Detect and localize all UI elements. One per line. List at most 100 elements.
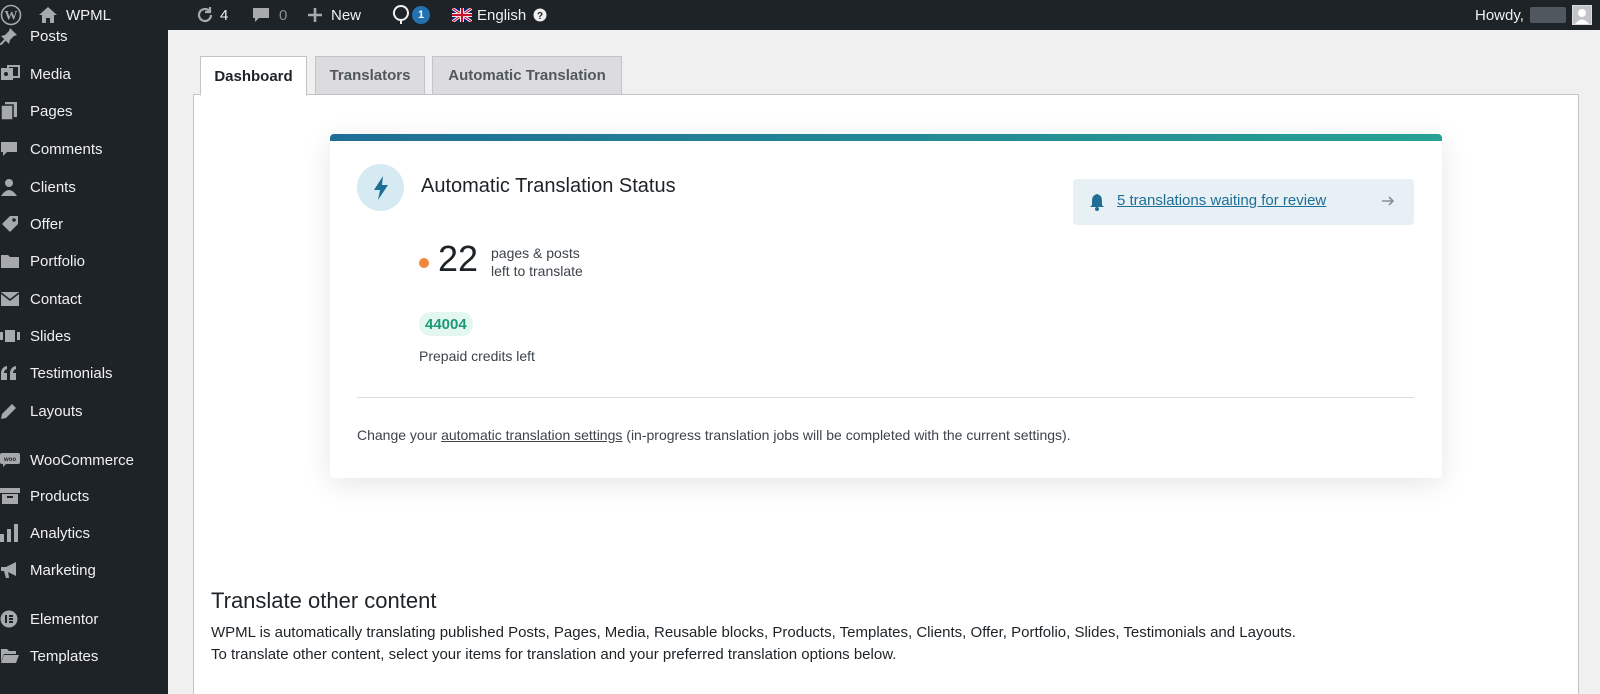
divider — [357, 397, 1414, 398]
updates-link[interactable]: 4 — [195, 0, 228, 30]
settings-note: Change your automatic translation settin… — [357, 427, 1071, 443]
card-accent-strip — [330, 134, 1442, 141]
redacted-username — [1529, 7, 1566, 23]
plus-icon — [307, 7, 323, 23]
sidebar-item-woocommerce[interactable]: woo WooCommerce — [0, 445, 168, 475]
credits-value: 44004 — [419, 312, 473, 336]
tab-dashboard[interactable]: Dashboard — [200, 56, 307, 96]
sidebar-item-label: Media — [30, 65, 71, 83]
settings-prefix: Change your — [357, 427, 442, 443]
sidebar-item-pages[interactable]: Pages — [0, 96, 168, 126]
card-title: Automatic Translation Status — [421, 175, 676, 197]
folder-icon — [0, 251, 22, 271]
review-link[interactable]: 5 translations waiting for review — [1117, 192, 1326, 209]
credits-label: Prepaid credits left — [419, 348, 535, 364]
sidebar-item-label: Templates — [30, 647, 99, 665]
folder-open-icon — [0, 646, 22, 666]
sidebar-item-label: Elementor — [30, 610, 99, 628]
sidebar-item-label: Slides — [30, 327, 71, 345]
sidebar-item-label: Offer — [30, 215, 64, 233]
remaining-desc-line1: pages & posts — [491, 245, 580, 261]
elementor-icon — [0, 609, 22, 629]
megaphone-icon — [0, 560, 22, 580]
sidebar-item-products[interactable]: Products — [0, 481, 168, 511]
sidebar-item-label: Layouts — [30, 402, 83, 420]
help-icon: ? — [533, 8, 547, 22]
new-content-link[interactable]: New — [307, 0, 361, 30]
arrow-right-icon — [1380, 193, 1396, 214]
sidebar-item-marketing[interactable]: Marketing — [0, 555, 168, 585]
woo-icon: woo — [0, 450, 22, 470]
media-icon — [0, 64, 22, 84]
comments-count: 0 — [279, 6, 288, 24]
pages-icon — [0, 101, 22, 121]
wpml-notification-icon — [392, 4, 410, 26]
remaining-description: pages & posts left to translate — [491, 244, 583, 280]
svg-text:?: ? — [537, 11, 543, 22]
comment-icon — [0, 139, 22, 159]
remaining-count: 22 — [438, 238, 479, 279]
bell-icon — [1089, 193, 1105, 216]
sidebar-item-label: Testimonials — [30, 364, 113, 382]
automatic-translation-settings-link[interactable]: automatic translation settings — [441, 427, 622, 443]
wpml-notifications-link[interactable]: 1 — [392, 0, 430, 30]
users-icon — [0, 177, 22, 197]
sidebar-item-testimonials[interactable]: Testimonials — [0, 358, 168, 388]
chart-bar-icon — [0, 523, 22, 543]
comments-link[interactable]: 0 — [251, 0, 287, 30]
admin-bar: W WPML 4 0 New 1 English ? Howdy, — [0, 0, 1600, 30]
sidebar-item-comments[interactable]: Comments — [0, 134, 168, 164]
sidebar-item-label: Portfolio — [30, 252, 86, 270]
my-account-link[interactable]: Howdy, — [1475, 0, 1592, 30]
review-notice[interactable]: 5 translations waiting for review — [1073, 179, 1414, 225]
tab-automatic-translation[interactable]: Automatic Translation — [432, 56, 622, 95]
sidebar-item-elementor[interactable]: Elementor — [0, 604, 168, 634]
slides-icon — [0, 326, 22, 346]
sidebar-item-label: WooCommerce — [30, 451, 134, 469]
sidebar-item-slides[interactable]: Slides — [0, 321, 168, 351]
comment-icon — [251, 6, 271, 24]
tab-translators[interactable]: Translators — [315, 56, 425, 95]
avatar — [1571, 5, 1592, 25]
sidebar-item-contact[interactable]: Contact — [0, 284, 168, 314]
howdy-text: Howdy, — [1475, 6, 1524, 24]
sidebar-item-portfolio[interactable]: Portfolio — [0, 246, 168, 276]
sidebar-item-analytics[interactable]: Analytics — [0, 518, 168, 548]
sidebar-item-label: Analytics — [30, 524, 91, 542]
other-content-instructions: To translate other content, select your … — [211, 646, 897, 663]
notification-badge: 1 — [412, 6, 430, 24]
svg-text:woo: woo — [3, 457, 16, 463]
refresh-icon — [195, 5, 215, 25]
language-label: English — [477, 6, 527, 24]
sidebar-item-label: Clients — [30, 178, 76, 196]
settings-suffix: (in-progress translation jobs will be co… — [622, 427, 1071, 443]
sidebar-item-label: Posts — [30, 27, 68, 45]
sidebar-item-label: Products — [30, 487, 90, 505]
remaining-desc-line2: left to translate — [491, 263, 583, 279]
mail-icon — [0, 289, 22, 309]
admin-sidebar: Posts Media Pages Comments Clients Offer… — [0, 28, 168, 694]
archive-icon — [0, 486, 22, 506]
sidebar-item-offer[interactable]: Offer — [0, 209, 168, 239]
language-switcher[interactable]: English ? — [452, 0, 547, 30]
sidebar-item-label: Contact — [30, 290, 82, 308]
updates-count: 4 — [220, 6, 229, 24]
pin-icon — [0, 26, 22, 46]
tag-icon — [0, 214, 22, 234]
edit-icon — [0, 401, 22, 421]
sidebar-item-media[interactable]: Media — [0, 59, 168, 89]
sidebar-item-label: Pages — [30, 102, 73, 120]
pending-status-dot — [419, 258, 429, 268]
sidebar-item-templates[interactable]: Templates — [0, 641, 168, 671]
lightning-bolt-icon — [357, 164, 404, 211]
automatic-translation-status-card: Automatic Translation Status 5 translati… — [330, 134, 1442, 478]
uk-flag-icon — [452, 8, 472, 22]
sidebar-item-posts[interactable]: Posts — [0, 21, 168, 51]
sidebar-item-clients[interactable]: Clients — [0, 172, 168, 202]
sidebar-item-label: Marketing — [30, 561, 96, 579]
sidebar-item-label: Comments — [30, 140, 103, 158]
quote-icon — [0, 363, 22, 383]
new-label: New — [331, 6, 362, 24]
other-content-description: WPML is automatically translating publis… — [211, 624, 1296, 641]
sidebar-item-layouts[interactable]: Layouts — [0, 396, 168, 426]
